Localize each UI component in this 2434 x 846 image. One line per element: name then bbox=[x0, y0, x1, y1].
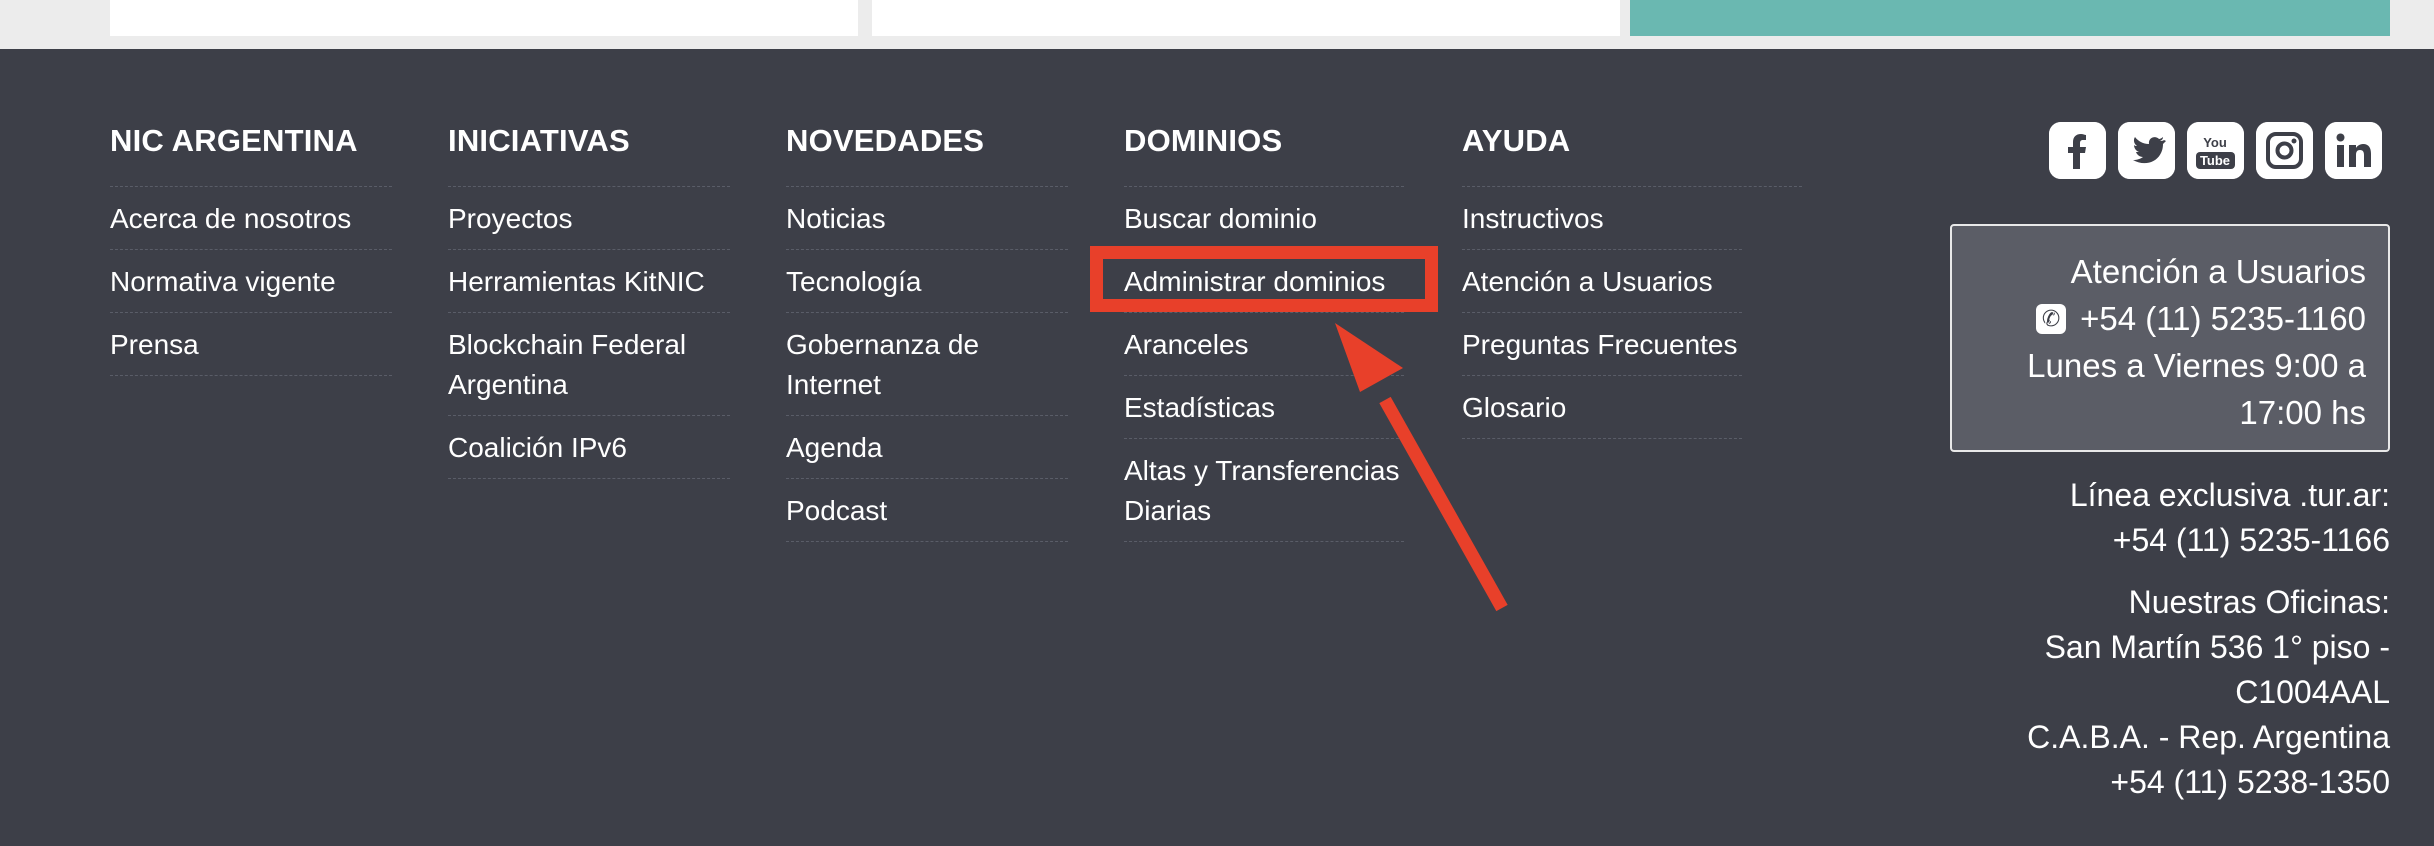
top-content-strip bbox=[0, 0, 2434, 49]
footer-link-estadisticas[interactable]: Estadísticas bbox=[1124, 388, 1275, 428]
contact-title: Atención a Usuarios bbox=[2070, 253, 2366, 290]
facebook-icon[interactable] bbox=[2049, 122, 2106, 179]
content-card bbox=[110, 0, 858, 36]
footer-link-gobernanza[interactable]: Gobernanza de Internet bbox=[786, 325, 1068, 405]
youtube-icon[interactable]: You Tube bbox=[2187, 122, 2244, 179]
content-card bbox=[872, 0, 1620, 36]
footer-column-ayuda: AYUDA Instructivos Atención a Usuarios P… bbox=[1462, 121, 1802, 439]
footer-link-atencion[interactable]: Atención a Usuarios bbox=[1462, 262, 1713, 302]
footer-column-nic-argentina: NIC ARGENTINA Acerca de nosotros Normati… bbox=[110, 121, 392, 376]
footer-link-acerca[interactable]: Acerca de nosotros bbox=[110, 199, 351, 239]
contact-box: Atención a Usuarios ✆ +54 (11) 5235-1160… bbox=[1950, 224, 2390, 452]
footer-link-aranceles[interactable]: Aranceles bbox=[1124, 325, 1249, 365]
column-heading: DOMINIOS bbox=[1124, 123, 1283, 158]
footer-link-prensa[interactable]: Prensa bbox=[110, 325, 199, 365]
offices-phone[interactable]: +54 (11) 5238-1350 bbox=[2027, 760, 2390, 805]
phone-icon: ✆ bbox=[2036, 303, 2067, 334]
footer-column-novedades: NOVEDADES Noticias Tecnología Gobernanza… bbox=[786, 121, 1068, 542]
footer-link-instructivos[interactable]: Instructivos bbox=[1462, 199, 1604, 239]
footer-link-blockchain[interactable]: Blockchain Federal Argentina bbox=[448, 325, 730, 405]
column-heading: NIC ARGENTINA bbox=[110, 123, 358, 158]
footer-link-preguntas[interactable]: Preguntas Frecuentes bbox=[1462, 325, 1738, 365]
footer-link-buscar-dominio[interactable]: Buscar dominio bbox=[1124, 199, 1317, 239]
footer-column-dominios: DOMINIOS Buscar dominio Administrar domi… bbox=[1124, 121, 1406, 542]
footer-link-altas-transferencias[interactable]: Altas y Transferencias Diarias bbox=[1124, 451, 1404, 531]
offices-city: C.A.B.A. - Rep. Argentina bbox=[2027, 719, 2390, 755]
footer-link-ipv6[interactable]: Coalición IPv6 bbox=[448, 428, 627, 468]
contact-phone[interactable]: +54 (11) 5235-1160 bbox=[2080, 295, 2366, 342]
footer-link-tecnologia[interactable]: Tecnología bbox=[786, 262, 921, 302]
footer-link-noticias[interactable]: Noticias bbox=[786, 199, 886, 239]
column-heading: INICIATIVAS bbox=[448, 123, 630, 158]
footer-link-agenda[interactable]: Agenda bbox=[786, 428, 883, 468]
footer-link-podcast[interactable]: Podcast bbox=[786, 491, 887, 531]
footer-link-kitnic[interactable]: Herramientas KitNIC bbox=[448, 262, 705, 302]
contact-phone-row: ✆ +54 (11) 5235-1160 bbox=[1952, 295, 2366, 342]
tur-line-phone[interactable]: +54 (11) 5235-1166 bbox=[2070, 518, 2390, 563]
svg-text:Tube: Tube bbox=[2200, 153, 2230, 168]
footer-column-iniciativas: INICIATIVAS Proyectos Herramientas KitNI… bbox=[448, 121, 730, 479]
annotation-highlight-box bbox=[1090, 246, 1438, 312]
tur-line-label: Línea exclusiva .tur.ar: bbox=[2069, 477, 2390, 513]
contact-hours: 17:00 hs bbox=[2239, 394, 2366, 431]
footer-link-proyectos[interactable]: Proyectos bbox=[448, 199, 573, 239]
social-links: You Tube bbox=[2049, 122, 2382, 179]
column-heading: NOVEDADES bbox=[786, 123, 985, 158]
offices-postal: C1004AAL bbox=[2235, 674, 2390, 710]
linkedin-icon[interactable] bbox=[2325, 122, 2382, 179]
instagram-icon[interactable] bbox=[2256, 122, 2313, 179]
content-card-accent bbox=[1630, 0, 2390, 36]
twitter-icon[interactable] bbox=[2118, 122, 2175, 179]
svg-text:You: You bbox=[2203, 135, 2227, 150]
column-heading: AYUDA bbox=[1462, 123, 1571, 158]
offices-label: Nuestras Oficinas: bbox=[2128, 584, 2390, 620]
contact-hours: Lunes a Viernes 9:00 a bbox=[2027, 347, 2366, 384]
offices-info: Nuestras Oficinas: San Martín 536 1° pis… bbox=[2027, 580, 2390, 805]
footer-link-glosario[interactable]: Glosario bbox=[1462, 388, 1566, 428]
tur-line-info: Línea exclusiva .tur.ar: +54 (11) 5235-1… bbox=[2070, 473, 2390, 563]
footer-link-normativa[interactable]: Normativa vigente bbox=[110, 262, 336, 302]
offices-address: San Martín 536 1° piso - bbox=[2044, 629, 2390, 665]
